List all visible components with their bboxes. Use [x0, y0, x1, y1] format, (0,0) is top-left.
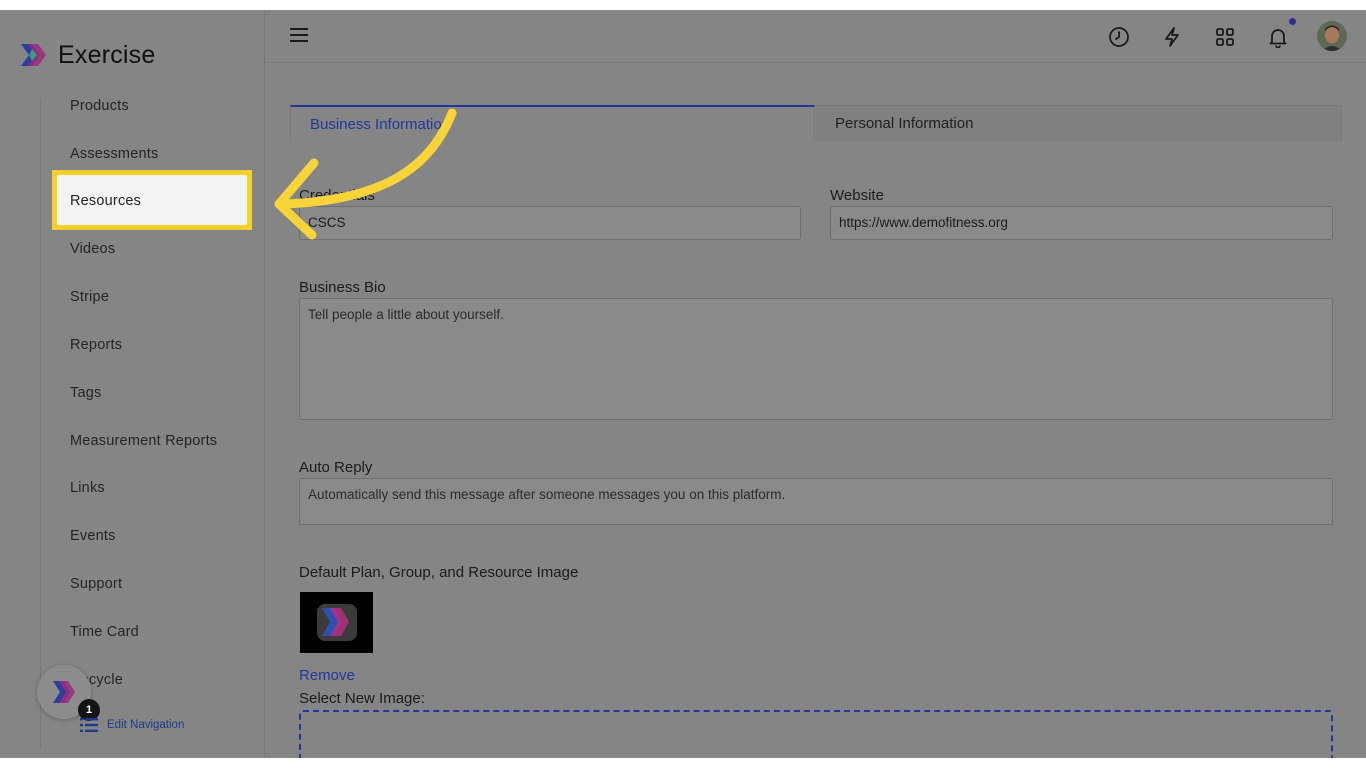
app-window: Exercise Products Assessments Resources … [0, 10, 1366, 758]
tutorial-arrow-icon [274, 108, 457, 240]
